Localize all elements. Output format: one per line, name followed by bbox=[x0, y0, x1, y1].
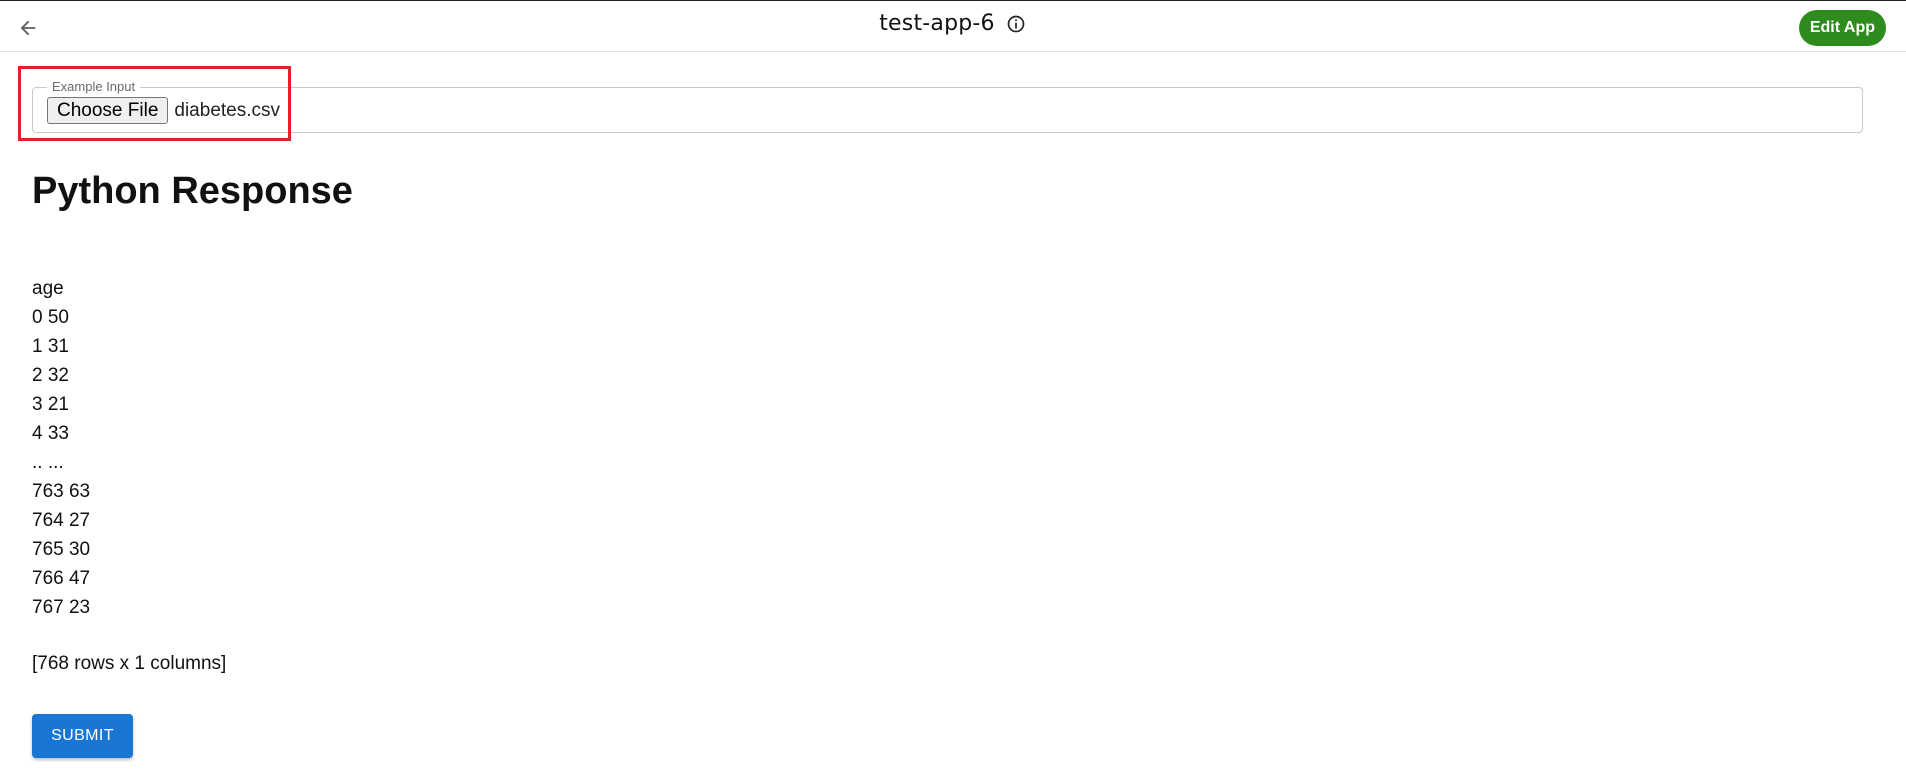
output-row: .. ... bbox=[32, 452, 64, 473]
python-output: age 0 50 1 31 2 32 3 21 4 33 .. ... 763 … bbox=[32, 274, 226, 678]
file-input[interactable]: Choose File diabetes.csv bbox=[47, 97, 280, 124]
output-row: 1 31 bbox=[32, 336, 69, 357]
output-row: 763 63 bbox=[32, 481, 91, 502]
output-row: 765 30 bbox=[32, 539, 91, 560]
output-summary: [768 rows x 1 columns] bbox=[32, 653, 227, 674]
output-row: 764 27 bbox=[32, 510, 91, 531]
output-row: 3 21 bbox=[32, 394, 69, 415]
choose-file-button[interactable]: Choose File bbox=[47, 97, 169, 124]
output-row: 0 50 bbox=[32, 307, 69, 328]
selected-file-name: diabetes.csv bbox=[174, 99, 281, 121]
top-bar: test-app-6 Edit App bbox=[0, 0, 1906, 52]
example-input-label: Example Input bbox=[47, 79, 141, 94]
edit-app-button[interactable]: Edit App bbox=[1798, 10, 1886, 46]
example-input-field: Example Input Choose File diabetes.csv bbox=[32, 79, 1863, 133]
output-row: 766 47 bbox=[32, 568, 91, 589]
app-title: test-app-6 bbox=[879, 11, 995, 36]
submit-button[interactable]: SUBMIT bbox=[32, 714, 133, 758]
output-row: 4 33 bbox=[32, 423, 69, 444]
info-circle-icon[interactable] bbox=[1005, 13, 1027, 35]
title-group: test-app-6 bbox=[0, 11, 1906, 36]
output-row: 2 32 bbox=[32, 365, 69, 386]
response-title: Python Response bbox=[32, 170, 353, 212]
output-row: 767 23 bbox=[32, 597, 91, 618]
output-spacer bbox=[32, 622, 226, 649]
output-header-line: age bbox=[32, 278, 64, 299]
